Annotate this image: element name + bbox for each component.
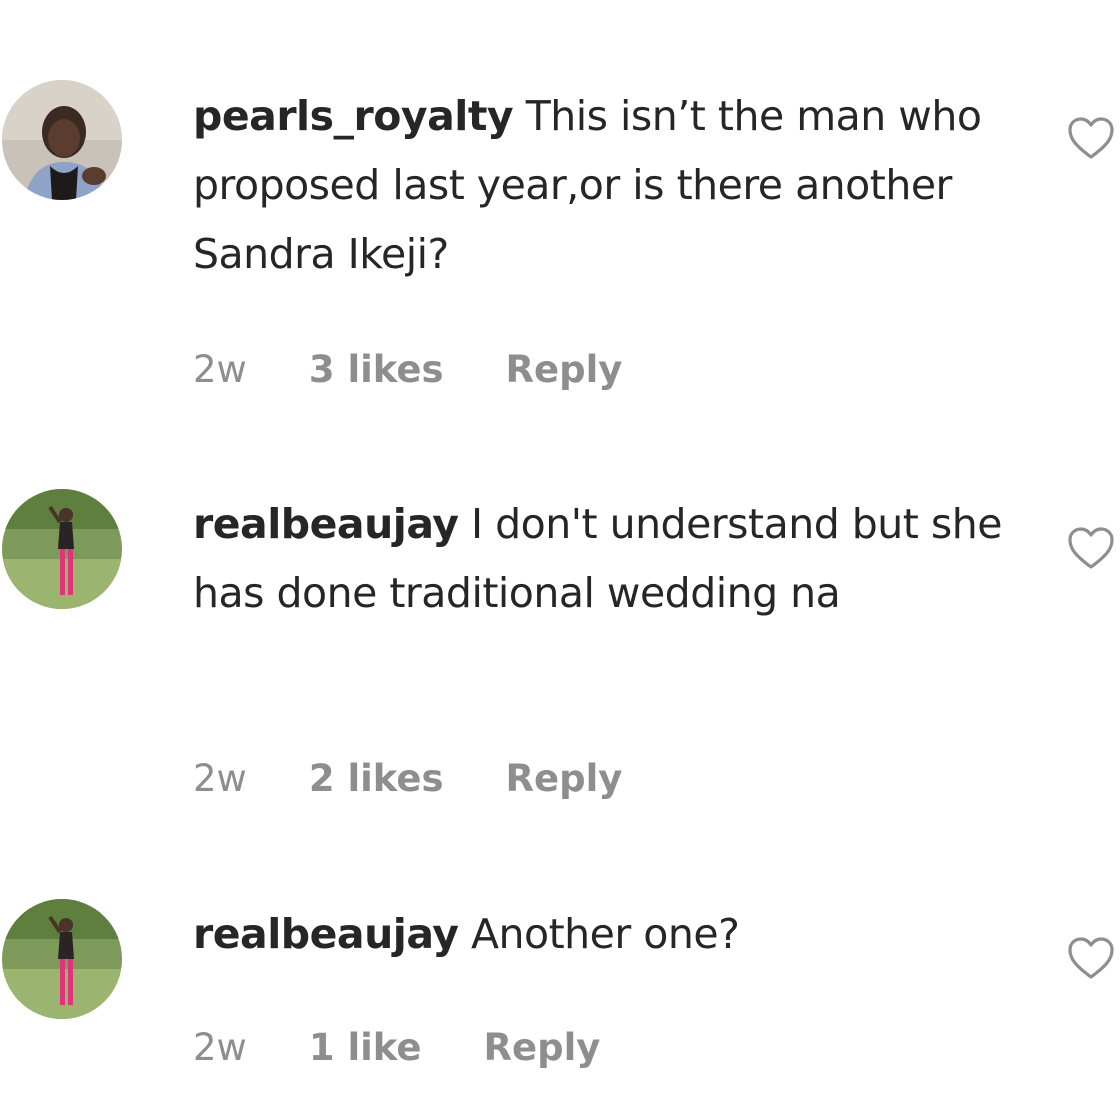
reply-button[interactable]: Reply [484, 1026, 601, 1069]
comment-likes-count[interactable]: 3 likes [309, 348, 444, 391]
comment-username[interactable]: pearls_royalty [193, 92, 514, 140]
heart-outline-icon [1068, 527, 1114, 569]
like-button[interactable] [1066, 525, 1116, 571]
comment-likes-count[interactable]: 1 like [309, 1026, 422, 1069]
avatar[interactable] [2, 899, 122, 1019]
comment-time[interactable]: 2w [193, 757, 247, 800]
comment-time[interactable]: 2w [193, 348, 247, 391]
reply-button[interactable]: Reply [506, 348, 623, 391]
comment-username[interactable]: realbeaujay [193, 500, 459, 548]
comment-meta: 2w 1 like Reply [193, 1026, 600, 1069]
user-avatar-outdoor-photo-icon [2, 489, 122, 609]
comment-body: realbeaujay Another one? [193, 900, 1023, 969]
reply-button[interactable]: Reply [506, 757, 623, 800]
comment-time[interactable]: 2w [193, 1026, 247, 1069]
heart-outline-icon [1068, 937, 1114, 979]
comment-meta: 2w 3 likes Reply [193, 348, 622, 391]
avatar[interactable] [2, 489, 122, 609]
comment-text: Another one? [458, 910, 740, 958]
comment-body: realbeaujay I don't understand but she h… [193, 490, 1023, 628]
like-button[interactable] [1066, 935, 1116, 981]
heart-outline-icon [1068, 117, 1114, 159]
comment-body: pearls_royalty This isn’t the man who pr… [193, 82, 1023, 289]
user-avatar-woman-portrait-icon [2, 80, 122, 200]
comment-username[interactable]: realbeaujay [193, 910, 459, 958]
avatar[interactable] [2, 80, 122, 200]
user-avatar-outdoor-photo-icon [2, 899, 122, 1019]
comment-likes-count[interactable]: 2 likes [309, 757, 444, 800]
comment-meta: 2w 2 likes Reply [193, 757, 622, 800]
like-button[interactable] [1066, 115, 1116, 161]
